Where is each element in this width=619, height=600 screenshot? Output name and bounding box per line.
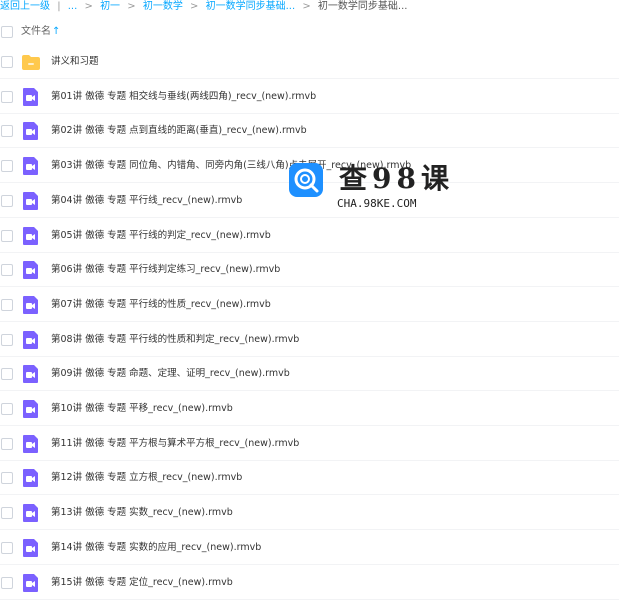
row-checkbox[interactable]	[1, 264, 13, 277]
row-checkbox[interactable]	[1, 507, 13, 520]
video-file-icon	[23, 365, 38, 384]
file-name[interactable]: 第02讲 傲德 专题 点到直线的距离(垂直)_recv_(new).rmvb	[51, 114, 307, 148]
row-checkbox[interactable]	[1, 160, 13, 173]
row-checkbox[interactable]	[1, 229, 13, 242]
video-file-icon	[23, 434, 38, 453]
file-row[interactable]: 第11讲 傲德 专题 平方根与算术平方根_recv_(new).rmvb	[0, 427, 619, 461]
file-name[interactable]: 第01讲 傲德 专题 相交线与垂线(两线四角)_recv_(new).rmvb	[51, 80, 316, 114]
folder-icon	[22, 55, 40, 70]
file-row[interactable]: 第01讲 傲德 专题 相交线与垂线(两线四角)_recv_(new).rmvb	[0, 80, 619, 114]
file-name[interactable]: 第03讲 傲德 专题 同位角、内错角、同旁内角(三线八角)点击展开_recv_(…	[51, 149, 411, 183]
file-row[interactable]: 第06讲 傲德 专题 平行线判定练习_recv_(new).rmvb	[0, 253, 619, 288]
file-row[interactable]: 第12讲 傲德 专题 立方根_recv_(new).rmvb	[0, 461, 619, 496]
filename-column-header[interactable]: 文件名	[21, 22, 51, 42]
row-checkbox[interactable]	[1, 541, 13, 554]
row-checkbox[interactable]	[1, 333, 13, 346]
file-name[interactable]: 第08讲 傲德 专题 平行线的性质和判定_recv_(new).rmvb	[51, 323, 299, 357]
row-checkbox[interactable]	[1, 194, 13, 207]
file-row[interactable]: 第02讲 傲德 专题 点到直线的距离(垂直)_recv_(new).rmvb	[0, 114, 619, 149]
row-checkbox[interactable]	[1, 125, 13, 138]
file-name[interactable]: 第09讲 傲德 专题 命题、定理、证明_recv_(new).rmvb	[51, 357, 290, 391]
file-name[interactable]: 第12讲 傲德 专题 立方根_recv_(new).rmvb	[51, 461, 242, 495]
breadcrumb-arrow: >	[127, 1, 136, 12]
video-file-icon	[23, 469, 38, 488]
row-checkbox[interactable]	[1, 368, 13, 381]
breadcrumb-ellipsis[interactable]: ...	[68, 1, 78, 12]
file-name[interactable]: 第13讲 傲德 专题 实数_recv_(new).rmvb	[51, 496, 233, 530]
video-file-icon	[23, 157, 38, 176]
row-checkbox[interactable]	[1, 472, 13, 485]
file-row[interactable]: 第09讲 傲德 专题 命题、定理、证明_recv_(new).rmvb	[0, 357, 619, 392]
video-file-icon	[23, 400, 38, 418]
file-row[interactable]: 第04讲 傲德 专题 平行线_recv_(new).rmvb	[0, 184, 619, 218]
breadcrumb-item-3[interactable]: 初一数学同步基础...	[206, 1, 296, 12]
select-all-checkbox[interactable]	[1, 26, 13, 38]
file-name[interactable]: 第14讲 傲德 专题 实数的应用_recv_(new).rmvb	[51, 531, 261, 565]
file-row[interactable]: 第07讲 傲德 专题 平行线的性质_recv_(new).rmvb	[0, 288, 619, 322]
row-checkbox[interactable]	[1, 576, 13, 589]
breadcrumb-arrow: >	[84, 1, 93, 12]
file-name[interactable]: 第05讲 傲德 专题 平行线的判定_recv_(new).rmvb	[51, 219, 271, 253]
file-name[interactable]: 第11讲 傲德 专题 平方根与算术平方根_recv_(new).rmvb	[51, 427, 299, 461]
file-row[interactable]: 第14讲 傲德 专题 实数的应用_recv_(new).rmvb	[0, 531, 619, 565]
video-file-icon	[23, 87, 38, 106]
file-row[interactable]: 第15讲 傲德 专题 定位_recv_(new).rmvb	[0, 566, 619, 600]
row-checkbox[interactable]	[1, 403, 13, 415]
breadcrumb-current: 初一数学同步基础...	[317, 1, 408, 12]
breadcrumb: 返回上一级 | ... > 初一 > 初一数学 > 初一数学同步基础... > …	[0, 0, 619, 16]
video-file-icon	[23, 573, 38, 592]
file-name[interactable]: 第15讲 傲德 专题 定位_recv_(new).rmvb	[51, 566, 233, 600]
row-checkbox[interactable]	[1, 90, 13, 103]
file-list-header: 文件名 ↑	[0, 22, 619, 42]
file-row[interactable]: 第05讲 傲德 专题 平行线的判定_recv_(new).rmvb	[0, 219, 619, 253]
folder-row[interactable]: 讲义和习题	[0, 45, 619, 79]
file-name[interactable]: 讲义和习题	[51, 45, 99, 79]
video-file-icon	[23, 191, 38, 210]
file-name[interactable]: 第10讲 傲德 专题 平移_recv_(new).rmvb	[51, 392, 233, 426]
file-row[interactable]: 第10讲 傲德 专题 平移_recv_(new).rmvb	[0, 392, 619, 426]
video-file-icon	[23, 295, 38, 314]
breadcrumb-item-1[interactable]: 初一	[100, 1, 120, 12]
video-file-icon	[23, 226, 38, 245]
file-row[interactable]: 第13讲 傲德 专题 实数_recv_(new).rmvb	[0, 496, 619, 531]
row-checkbox[interactable]	[1, 437, 13, 450]
video-file-icon	[23, 538, 38, 557]
breadcrumb-item-2[interactable]: 初一数学	[143, 1, 183, 12]
back-link[interactable]: 返回上一级	[0, 1, 50, 12]
file-row[interactable]: 第08讲 傲德 专题 平行线的性质和判定_recv_(new).rmvb	[0, 323, 619, 357]
arrow-up-icon[interactable]: ↑	[52, 22, 60, 42]
file-name[interactable]: 第04讲 傲德 专题 平行线_recv_(new).rmvb	[51, 184, 242, 218]
breadcrumb-arrow: >	[302, 1, 311, 12]
breadcrumb-separator: |	[57, 1, 61, 12]
file-name[interactable]: 第06讲 傲德 专题 平行线判定练习_recv_(new).rmvb	[51, 253, 280, 287]
video-file-icon	[23, 504, 38, 523]
file-name[interactable]: 第07讲 傲德 专题 平行线的性质_recv_(new).rmvb	[51, 288, 271, 322]
video-file-icon	[23, 261, 38, 280]
file-row[interactable]: 第03讲 傲德 专题 同位角、内错角、同旁内角(三线八角)点击展开_recv_(…	[0, 149, 619, 184]
row-checkbox[interactable]	[1, 298, 13, 311]
video-file-icon	[23, 330, 38, 349]
breadcrumb-arrow: >	[190, 1, 199, 12]
video-file-icon	[23, 122, 38, 141]
row-checkbox[interactable]	[1, 56, 13, 68]
